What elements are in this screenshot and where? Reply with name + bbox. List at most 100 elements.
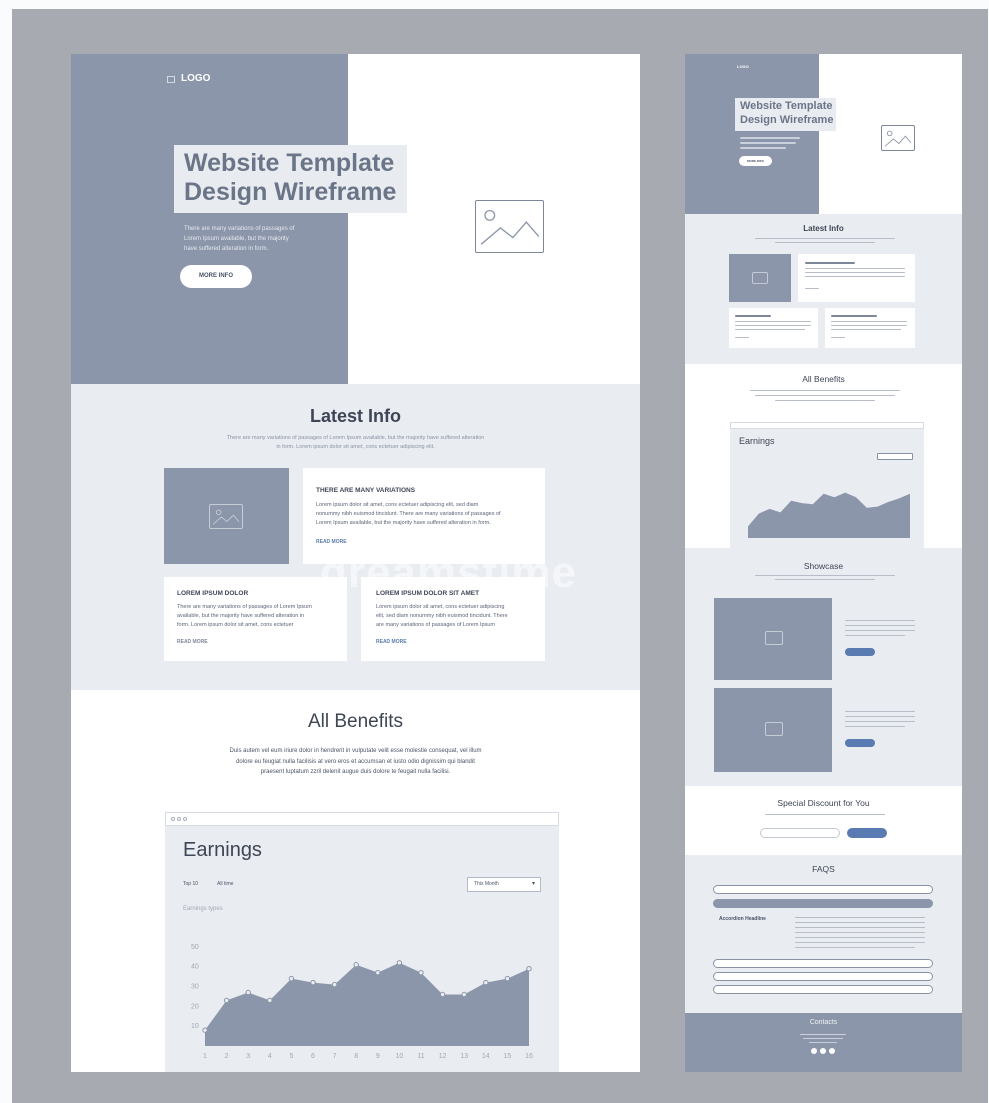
narrow-accordion-headline: Accordion Headline <box>719 916 766 922</box>
narrow-logo[interactable]: LOGO <box>737 64 749 69</box>
feature-body-line: Lorem ipsum dolor sit amet, cons ectetue… <box>316 502 479 508</box>
narrow-accordion-text-line <box>795 947 915 948</box>
card-body-line: available, but the majority have suffere… <box>177 613 305 619</box>
narrow-text-line <box>735 315 771 317</box>
narrow-text-line <box>845 726 905 727</box>
narrow-hero-image-icon <box>881 125 915 151</box>
image-placeholder-icon <box>752 272 768 284</box>
narrow-faq-item-open[interactable] <box>713 899 933 908</box>
narrow-hero-title-line1: Website Template <box>740 100 833 112</box>
y-tick-label: 20 <box>191 1003 199 1010</box>
narrow-faq-item[interactable] <box>713 985 933 994</box>
hero-desc-line: have suffered alteration in form. <box>184 246 269 252</box>
more-info-button[interactable]: MORE INFO <box>180 265 252 288</box>
narrow-text-line <box>845 625 915 626</box>
narrow-text-line <box>831 315 877 317</box>
narrow-discount-title: Special Discount for You <box>777 798 870 808</box>
feature-body-line: Lorem Ipsum available, but the majority … <box>316 520 491 526</box>
social-icon[interactable] <box>811 1048 817 1054</box>
logo[interactable]: LOGO <box>181 73 210 84</box>
data-point <box>353 962 359 968</box>
hero-grey-block: LOGO There are many variations of passag… <box>71 54 348 384</box>
narrow-email-field[interactable] <box>760 828 840 838</box>
card-body-line: form. Lorem ipsum dolor sit amet, cons e… <box>177 622 294 628</box>
image-placeholder-icon <box>765 722 783 736</box>
narrow-showcase-title: Showcase <box>803 561 844 571</box>
narrow-text-line <box>845 711 915 712</box>
card-read-more-link[interactable]: READ MORE <box>376 639 407 645</box>
narrow-latest-desc-line <box>755 238 895 239</box>
x-tick-label: 5 <box>289 1053 293 1060</box>
card-body: There are many variations of passages of… <box>177 603 347 630</box>
narrow-contacts-line <box>800 1034 846 1035</box>
narrow-showcase-button[interactable] <box>845 739 875 747</box>
screenshot-canvas: LOGO There are many variations of passag… <box>0 0 989 1103</box>
area-series <box>205 962 529 1046</box>
image-placeholder-icon <box>765 631 783 645</box>
social-icon[interactable] <box>820 1048 826 1054</box>
narrow-text-line <box>845 630 915 631</box>
narrow-text-line <box>735 337 749 338</box>
x-tick-label: 16 <box>525 1053 533 1060</box>
x-tick-label: 4 <box>268 1053 272 1060</box>
narrow-text-line <box>805 276 905 277</box>
window-dot-icon <box>183 817 187 821</box>
narrow-text-line <box>831 329 901 330</box>
narrow-accordion-text-line <box>795 927 925 928</box>
data-point <box>288 975 295 982</box>
narrow-period-dropdown[interactable] <box>877 453 913 460</box>
y-tick-label: 10 <box>191 1023 199 1030</box>
latest-info-section: Latest Info There are many variations of… <box>71 384 640 690</box>
data-point <box>202 1027 208 1033</box>
feature-read-more-link[interactable]: READ MORE <box>316 539 347 545</box>
data-point <box>418 969 424 976</box>
narrow-faq-item[interactable] <box>713 972 933 981</box>
x-tick-label: 6 <box>311 1053 315 1060</box>
hero-desc-line: There are many variations of passages of <box>184 226 295 232</box>
narrow-text-line <box>805 268 905 269</box>
data-point <box>245 989 251 996</box>
narrow-feature-image <box>729 254 791 302</box>
narrow-text-line <box>845 716 915 717</box>
narrow-contacts-line <box>809 1042 837 1043</box>
card-read-more-link[interactable]: READ MORE <box>177 639 208 645</box>
x-tick-label: 11 <box>417 1053 424 1060</box>
period-dropdown[interactable]: This Month ▾ <box>467 877 541 892</box>
narrow-hero-desc-line <box>740 147 786 149</box>
narrow-faq-item[interactable] <box>713 959 933 968</box>
watermark: dreamstime <box>320 548 578 597</box>
benefits-desc-line: Duis autem vel eum iriure dolor in hendr… <box>229 748 482 754</box>
narrow-showcase-image <box>714 688 832 772</box>
hero-title-line2: Design Wireframe <box>184 178 397 206</box>
all-benefits-title: All Benefits <box>307 711 404 732</box>
x-tick-label: 12 <box>439 1053 447 1060</box>
latest-info-title: Latest Info <box>309 406 401 426</box>
narrow-earnings-window: Earnings <box>730 422 924 548</box>
x-tick-label: 9 <box>376 1053 380 1060</box>
feature-body-line: nonummy nibh euismod tincidunt. There ar… <box>316 511 501 517</box>
narrow-benefits-desc-line <box>750 390 900 391</box>
filter-top-10[interactable]: Top 10 <box>183 881 198 887</box>
x-tick-label: 10 <box>396 1053 404 1060</box>
narrow-showcase-desc-line <box>755 575 895 576</box>
data-point <box>483 979 489 986</box>
latest-info-desc: There are many variations of passages of… <box>71 434 640 452</box>
data-point <box>504 975 511 982</box>
narrow-showcase-button[interactable] <box>845 648 875 656</box>
card-body-line: are many variations of passages of Lorem… <box>376 622 495 628</box>
narrow-faq-item[interactable] <box>713 885 933 894</box>
card-heading: LOREM IPSUM DOLOR <box>177 590 249 597</box>
narrow-subscribe-button[interactable] <box>847 828 887 838</box>
narrow-more-info-button[interactable]: MORE INFO <box>739 156 772 166</box>
narrow-contacts-line <box>803 1038 843 1039</box>
y-tick-label: 30 <box>191 984 199 991</box>
data-point <box>526 966 532 972</box>
earnings-title: Earnings <box>183 839 262 861</box>
narrow-accordion-text-line <box>795 932 925 933</box>
social-icon[interactable] <box>829 1048 835 1054</box>
x-tick-label: 3 <box>246 1053 250 1060</box>
narrow-hero-title: Website Template Design Wireframe <box>740 99 833 127</box>
data-point <box>396 960 403 966</box>
filter-all-time[interactable]: All time <box>217 881 233 887</box>
narrow-text-line <box>845 721 915 722</box>
